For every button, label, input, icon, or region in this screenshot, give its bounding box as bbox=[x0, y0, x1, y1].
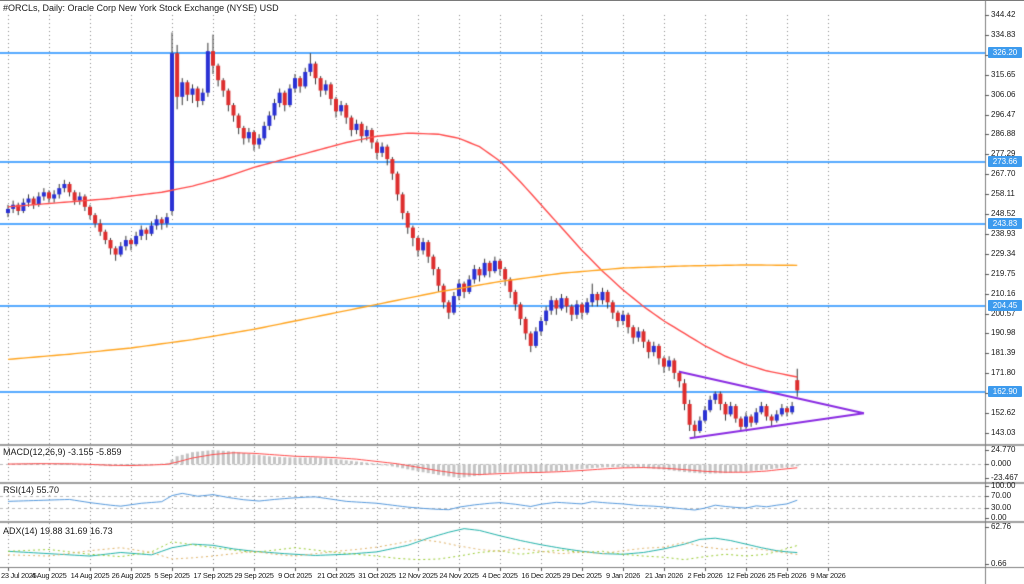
price-tick-label: 286.88 bbox=[991, 129, 1015, 138]
price-tick-label: 296.47 bbox=[991, 110, 1015, 119]
rsi-axis-label: 0.00 bbox=[991, 513, 1007, 522]
price-tick-label: 219.75 bbox=[991, 269, 1015, 278]
date-tick-label: 29 Dec 2025 bbox=[562, 571, 601, 580]
price-tick-label: 344.42 bbox=[991, 10, 1015, 19]
rsi-axis-label: 30.00 bbox=[991, 503, 1011, 512]
date-tick-label: 4 Aug 2025 bbox=[32, 571, 67, 580]
price-tick-label: 152.62 bbox=[991, 408, 1015, 417]
date-tick-label: 9 Jan 2026 bbox=[606, 571, 640, 580]
date-tick-label: 17 Sep 2025 bbox=[193, 571, 232, 580]
price-tick-label: 334.83 bbox=[991, 30, 1015, 39]
price-tick-label: 306.06 bbox=[991, 90, 1015, 99]
date-tick-label: 9 Mar 2026 bbox=[811, 571, 846, 580]
price-tick-label: 315.65 bbox=[991, 70, 1015, 79]
rsi-indicator-label: RSI(14) 55.70 bbox=[3, 485, 59, 495]
price-tick-label: 238.93 bbox=[991, 229, 1015, 238]
date-tick-label: 25 Feb 2026 bbox=[768, 571, 807, 580]
date-tick-label: 24 Nov 2025 bbox=[439, 571, 478, 580]
date-tick-label: 12 Nov 2025 bbox=[398, 571, 437, 580]
adx-axis-label: 0.66 bbox=[991, 559, 1007, 568]
price-tick-label: 210.16 bbox=[991, 289, 1015, 298]
date-tick-label: 16 Dec 2025 bbox=[521, 571, 560, 580]
macd-axis-label: 24.770 bbox=[991, 445, 1015, 454]
date-tick-label: 14 Aug 2025 bbox=[71, 571, 110, 580]
date-tick-label: 5 Sep 2025 bbox=[154, 571, 189, 580]
date-tick-label: 31 Oct 2025 bbox=[358, 571, 396, 580]
chart-window: #ORCLs, Daily: Oracle Corp New York Stoc… bbox=[0, 0, 1024, 584]
price-tick-label: 171.80 bbox=[991, 368, 1015, 377]
date-tick-label: 4 Dec 2025 bbox=[482, 571, 517, 580]
price-level-tag[interactable]: 326.20 bbox=[988, 47, 1022, 58]
chart-canvas[interactable] bbox=[0, 1, 1024, 584]
price-tick-label: 181.39 bbox=[991, 348, 1015, 357]
price-tick-label: 229.34 bbox=[991, 249, 1015, 258]
chart-title: #ORCLs, Daily: Oracle Corp New York Stoc… bbox=[3, 3, 279, 13]
date-tick-label: 26 Aug 2025 bbox=[112, 571, 151, 580]
price-tick-label: 267.70 bbox=[991, 169, 1015, 178]
adx-indicator-label: ADX(14) 19.88 31.69 16.73 bbox=[3, 526, 113, 536]
date-tick-label: 21 Oct 2025 bbox=[317, 571, 355, 580]
price-tick-label: 143.03 bbox=[991, 428, 1015, 437]
price-tick-label: 258.11 bbox=[991, 189, 1015, 198]
macd-indicator-label: MACD(12,26,9) -3.155 -5.859 bbox=[3, 447, 122, 457]
date-tick-label: 12 Feb 2026 bbox=[727, 571, 766, 580]
price-level-tag[interactable]: 243.83 bbox=[988, 218, 1022, 229]
date-tick-label: 2 Feb 2026 bbox=[688, 571, 723, 580]
date-tick-label: 9 Oct 2025 bbox=[278, 571, 312, 580]
date-tick-label: 21 Jan 2026 bbox=[645, 571, 683, 580]
price-tick-label: 248.52 bbox=[991, 209, 1015, 218]
rsi-axis-label: 70.00 bbox=[991, 491, 1011, 500]
price-level-tag[interactable]: 204.45 bbox=[988, 300, 1022, 311]
rsi-axis-label: 100.00 bbox=[991, 481, 1015, 490]
macd-axis-label: 0.000 bbox=[991, 459, 1011, 468]
price-tick-label: 190.98 bbox=[991, 328, 1015, 337]
price-level-tag[interactable]: 162.90 bbox=[988, 386, 1022, 397]
adx-axis-label: 62.76 bbox=[991, 522, 1011, 531]
date-tick-label: 29 Sep 2025 bbox=[234, 571, 273, 580]
price-level-tag[interactable]: 273.66 bbox=[988, 156, 1022, 167]
